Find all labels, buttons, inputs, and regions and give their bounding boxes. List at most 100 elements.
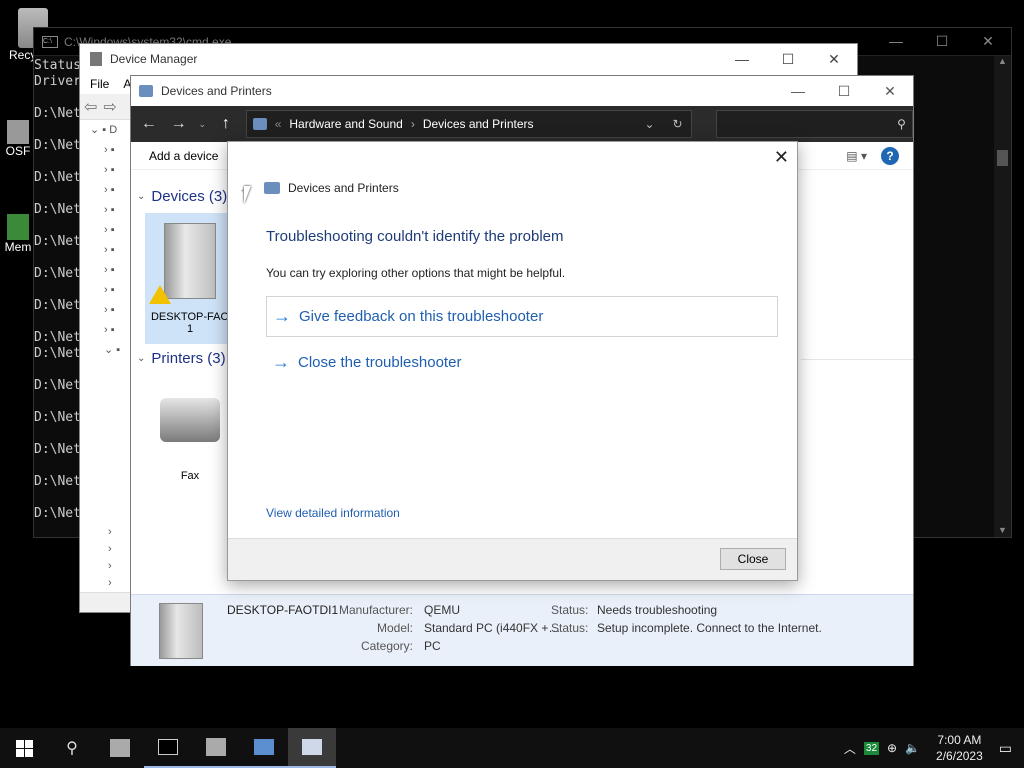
address-bar[interactable]: « Hardware and Sound › Devices and Print…	[245, 110, 692, 138]
dialog-header-label: Devices and Printers	[288, 181, 399, 195]
breadcrumb-hardware-sound[interactable]: Hardware and Sound	[289, 117, 402, 131]
view-detailed-info-link[interactable]: View detailed information	[266, 506, 400, 520]
windows-logo-icon	[15, 739, 33, 757]
device-manager-icon	[206, 738, 226, 756]
fax-label: Fax	[180, 470, 200, 482]
maximize-button[interactable]: ☐	[765, 51, 811, 68]
close-troubleshooter-option[interactable]: → Close the troubleshooter	[266, 342, 778, 383]
app-icon	[7, 214, 29, 240]
details-pane: DESKTOP-FAOTDI1 Manufacturer: QEMU Model…	[131, 594, 913, 666]
taskbar-app-control-panel[interactable]	[240, 728, 288, 768]
device-tile[interactable]: DESKTOP-FAO 1	[145, 213, 235, 344]
view-options-icon[interactable]: ▤ ▾	[846, 149, 867, 163]
arrow-right-icon: →	[272, 352, 290, 372]
fax-tile[interactable]: Fax	[145, 386, 235, 482]
maximize-button[interactable]: ☐	[821, 83, 867, 100]
up-arrow-icon[interactable]: ↑	[216, 115, 236, 133]
close-button[interactable]: ✕	[811, 51, 857, 68]
clock-date: 2/6/2023	[936, 749, 983, 763]
control-panel-icon	[254, 739, 274, 755]
details-name: DESKTOP-FAOTDI1	[227, 603, 339, 617]
close-button[interactable]: Close	[720, 548, 786, 570]
manufacturer-label: Manufacturer:	[338, 603, 413, 617]
option-label: Close the troubleshooter	[298, 354, 462, 371]
close-button[interactable]: ✕	[867, 83, 913, 100]
server-manager-icon	[110, 739, 130, 757]
help-icon[interactable]: ?	[881, 146, 899, 165]
devices-printers-icon	[139, 85, 153, 97]
drive-icon	[7, 120, 29, 144]
clock[interactable]: 7:00 AM 2/6/2023	[936, 732, 983, 764]
arrow-right-icon: →	[273, 306, 291, 326]
cmd-icon: C:\	[42, 35, 58, 48]
taskbar-app-troubleshooter[interactable]	[288, 728, 336, 768]
cmd-scrollbar[interactable]: ▲ ▼	[994, 56, 1011, 537]
desktop-icon-osf[interactable]: OSF	[0, 120, 36, 158]
notification-icon[interactable]: ▭	[999, 740, 1012, 757]
scroll-thumb[interactable]	[997, 150, 1008, 166]
add-device-button[interactable]: Add a device	[149, 149, 218, 163]
desktop-icon-label: OSF	[5, 144, 31, 158]
start-button[interactable]	[0, 728, 48, 768]
control-panel-icon	[252, 118, 267, 130]
mouse-pointer-icon	[244, 186, 251, 204]
dialog-title: Troubleshooting couldn't identify the pr…	[266, 228, 564, 245]
maximize-button[interactable]: ☐	[919, 33, 965, 50]
volume-icon[interactable]: 🔈	[905, 741, 920, 755]
search-button[interactable]: ⚲	[48, 728, 96, 768]
dialog-header: ← Devices and Printers	[238, 180, 399, 196]
dp-titlebar[interactable]: Devices and Printers — ☐ ✕	[131, 76, 913, 106]
troubleshooter-icon	[302, 739, 322, 755]
breadcrumb-separator-icon: ›	[410, 117, 415, 131]
taskbar: ⚲ ︿ 32 ⊕ 🔈 7:00 AM 2/6/2023 ▭	[0, 728, 1024, 768]
close-icon[interactable]: ✕	[774, 147, 789, 168]
breadcrumb-devices-printers[interactable]: Devices and Printers	[423, 117, 534, 131]
dialog-footer: Close	[228, 538, 797, 580]
divider	[801, 359, 913, 360]
status-label: Status:	[551, 621, 589, 635]
taskbar-app-device-manager[interactable]	[192, 728, 240, 768]
status-label: Status:	[551, 603, 589, 617]
breadcrumb-overflow-icon[interactable]: «	[275, 117, 282, 131]
search-input[interactable]: ⚲	[715, 110, 913, 138]
device-name-line2: 1	[186, 323, 194, 335]
address-dropdown-icon[interactable]: ⌄	[644, 117, 654, 131]
chevron-up-icon[interactable]: ︿	[844, 740, 856, 757]
cmd-icon	[158, 739, 178, 755]
desktop-icon-mem[interactable]: Mem	[0, 214, 36, 254]
scroll-down-icon[interactable]: ▼	[998, 525, 1007, 535]
recent-chevron-icon[interactable]: ⌄	[198, 119, 206, 130]
taskbar-app-server[interactable]	[96, 728, 144, 768]
dp-navbar: ← → ⌄ ↑ « Hardware and Sound › Devices a…	[131, 106, 913, 142]
close-button[interactable]: ✕	[965, 33, 1011, 50]
desktop-icon-label: Mem	[4, 240, 32, 254]
tree-node[interactable]: › › › ›	[108, 524, 112, 592]
back-arrow-icon[interactable]: ⇦	[84, 97, 97, 117]
option-label: Give feedback on this troubleshooter	[299, 308, 544, 325]
printers-group-header[interactable]: ⌄ Printers (3)	[131, 350, 226, 367]
clock-time: 7:00 AM	[937, 733, 982, 747]
model-value: Standard PC (i440FX +…	[424, 621, 561, 635]
forward-arrow-icon[interactable]: →	[169, 115, 189, 133]
printers-group-label: Printers (3)	[151, 350, 226, 367]
network-icon[interactable]: ⊕	[887, 741, 897, 755]
give-feedback-option[interactable]: → Give feedback on this troubleshooter	[266, 296, 778, 337]
tray-badge[interactable]: 32	[863, 741, 880, 755]
taskbar-app-cmd[interactable]	[144, 728, 192, 768]
devices-printers-icon	[264, 182, 280, 194]
minimize-button[interactable]: —	[873, 33, 919, 50]
scroll-up-icon[interactable]: ▲	[998, 56, 1007, 66]
category-label: Category:	[360, 639, 413, 653]
refresh-icon[interactable]: ↻	[673, 117, 683, 131]
forward-arrow-icon[interactable]: ⇨	[103, 97, 116, 117]
dm-titlebar[interactable]: Device Manager — ☐ ✕	[80, 44, 857, 74]
search-icon: ⚲	[897, 117, 906, 131]
search-icon: ⚲	[66, 740, 78, 757]
minimize-button[interactable]: —	[775, 83, 821, 100]
manufacturer-value: QEMU	[424, 603, 460, 617]
minimize-button[interactable]: —	[719, 51, 765, 68]
troubleshooter-dialog[interactable]: ✕ ← Devices and Printers Troubleshooting…	[227, 141, 798, 581]
menu-file[interactable]: File	[90, 77, 109, 91]
back-arrow-icon[interactable]: ←	[139, 115, 159, 133]
devices-group-header[interactable]: ⌄ Devices (3)	[131, 188, 227, 205]
